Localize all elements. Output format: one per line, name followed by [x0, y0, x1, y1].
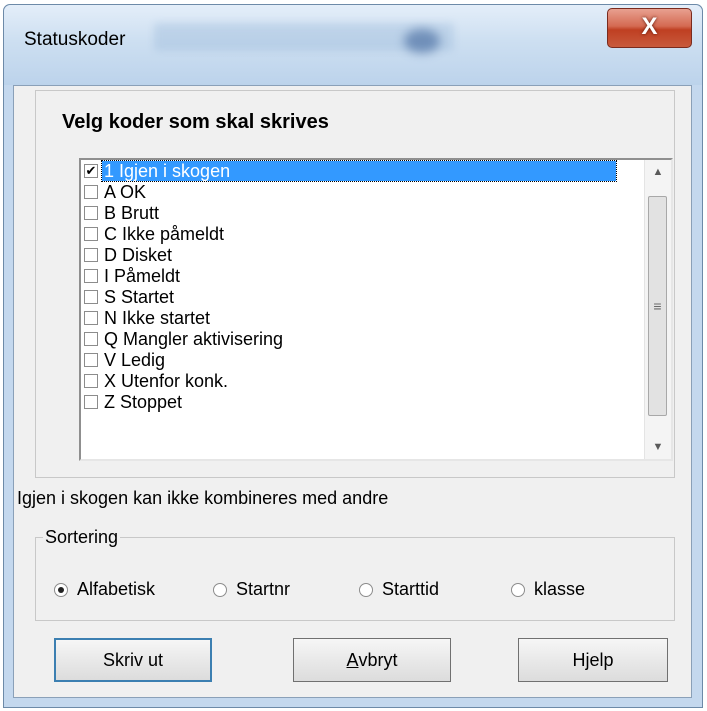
list-item-label: I Påmeldt	[104, 265, 181, 286]
print-button[interactable]: Skriv ut	[54, 638, 212, 682]
cancel-label-rest: vbryt	[358, 649, 398, 670]
checkbox[interactable]: ✔	[84, 163, 98, 178]
list-item-startet[interactable]: S Startet	[84, 286, 176, 307]
title-bar[interactable]: Statuskoder X	[4, 5, 702, 85]
vertical-scrollbar[interactable]: ▲ ≡ ▼	[644, 160, 671, 459]
checkbox[interactable]	[84, 205, 98, 220]
cancel-accelerator-letter: A	[346, 649, 359, 670]
radio-startnr[interactable]: Startnr	[213, 579, 290, 600]
list-item-utenfor-konk[interactable]: X Utenfor konk.	[84, 370, 230, 391]
radio-circle[interactable]	[359, 582, 373, 597]
radio-alfabetisk[interactable]: Alfabetisk	[54, 579, 155, 600]
radio-circle[interactable]	[213, 582, 227, 597]
list-item-ok[interactable]: A OK	[84, 181, 148, 202]
radio-starttid[interactable]: Starttid	[359, 579, 439, 600]
radio-label: Alfabetisk	[77, 579, 156, 599]
checkbox[interactable]	[84, 268, 98, 283]
radio-label: Starttid	[382, 579, 440, 599]
list-item-label: Q Mangler aktivisering	[104, 328, 284, 349]
list-item-label: 1 Igjen i skogen	[101, 160, 617, 182]
title-bar-background-orb	[404, 29, 440, 53]
list-item-stoppet[interactable]: Z Stoppet	[84, 391, 184, 412]
checkmark-icon: ✔	[85, 163, 97, 178]
help-button[interactable]: Hjelp	[518, 638, 668, 682]
list-item-label: B Brutt	[104, 202, 160, 223]
codes-groupbox: Velg koder som skal skrives ✔ 1 Igjen i …	[35, 90, 675, 478]
close-button[interactable]: X	[607, 8, 692, 48]
sorting-legend: Sortering	[43, 527, 121, 548]
status-code-listbox[interactable]: ✔ 1 Igjen i skogen A OK B Brutt C Ikke p…	[79, 158, 673, 461]
list-item-label: S Startet	[104, 286, 175, 307]
window-title: Statuskoder	[24, 29, 126, 50]
list-item-ikke-pameldt[interactable]: C Ikke påmeldt	[84, 223, 226, 244]
list-item-label: C Ikke påmeldt	[104, 223, 225, 244]
list-item-ikke-startet[interactable]: N Ikke startet	[84, 307, 212, 328]
checkbox[interactable]	[84, 394, 98, 409]
codes-group-title: Velg koder som skal skrives	[62, 111, 329, 133]
checkbox[interactable]	[84, 226, 98, 241]
checkbox[interactable]	[84, 289, 98, 304]
list-item-label: D Disket	[104, 244, 173, 265]
list-item-label: N Ikke startet	[104, 307, 211, 328]
checkbox[interactable]	[84, 184, 98, 199]
list-item-igjen-i-skogen[interactable]: ✔ 1 Igjen i skogen	[84, 160, 617, 182]
dialog-window: Statuskoder X Velg koder som skal skrive…	[3, 4, 703, 708]
list-item-label: Z Stoppet	[104, 391, 183, 412]
list-item-label: X Utenfor konk.	[104, 370, 229, 391]
dialog-client-area: Velg koder som skal skrives ✔ 1 Igjen i …	[13, 85, 692, 698]
checkbox[interactable]	[84, 331, 98, 346]
scrollbar-thumb[interactable]: ≡	[648, 196, 667, 416]
list-item-label: V Ledig	[104, 349, 166, 370]
checkbox[interactable]	[84, 352, 98, 367]
combination-note: Igjen i skogen kan ikke kombineres med a…	[17, 488, 389, 508]
list-item-mangler-aktivisering[interactable]: Q Mangler aktivisering	[84, 328, 285, 349]
radio-circle[interactable]	[511, 582, 525, 597]
list-item-label: A OK	[104, 181, 147, 202]
checkbox[interactable]	[84, 373, 98, 388]
grip-icon: ≡	[653, 298, 662, 314]
list-item-pameldt[interactable]: I Påmeldt	[84, 265, 182, 286]
cancel-button[interactable]: Avbryt	[293, 638, 451, 682]
radio-circle[interactable]	[54, 582, 68, 597]
scroll-up-arrow-icon[interactable]: ▲	[645, 160, 671, 184]
list-item-ledig[interactable]: V Ledig	[84, 349, 167, 370]
radio-selected-dot-icon	[58, 586, 64, 593]
scroll-down-arrow-icon[interactable]: ▼	[645, 435, 671, 459]
list-item-brutt[interactable]: B Brutt	[84, 202, 161, 223]
radio-label: klasse	[534, 579, 586, 599]
list-item-disket[interactable]: D Disket	[84, 244, 174, 265]
checkbox[interactable]	[84, 247, 98, 262]
radio-klasse[interactable]: klasse	[511, 579, 585, 600]
checkbox[interactable]	[84, 310, 98, 325]
radio-label: Startnr	[236, 579, 291, 599]
